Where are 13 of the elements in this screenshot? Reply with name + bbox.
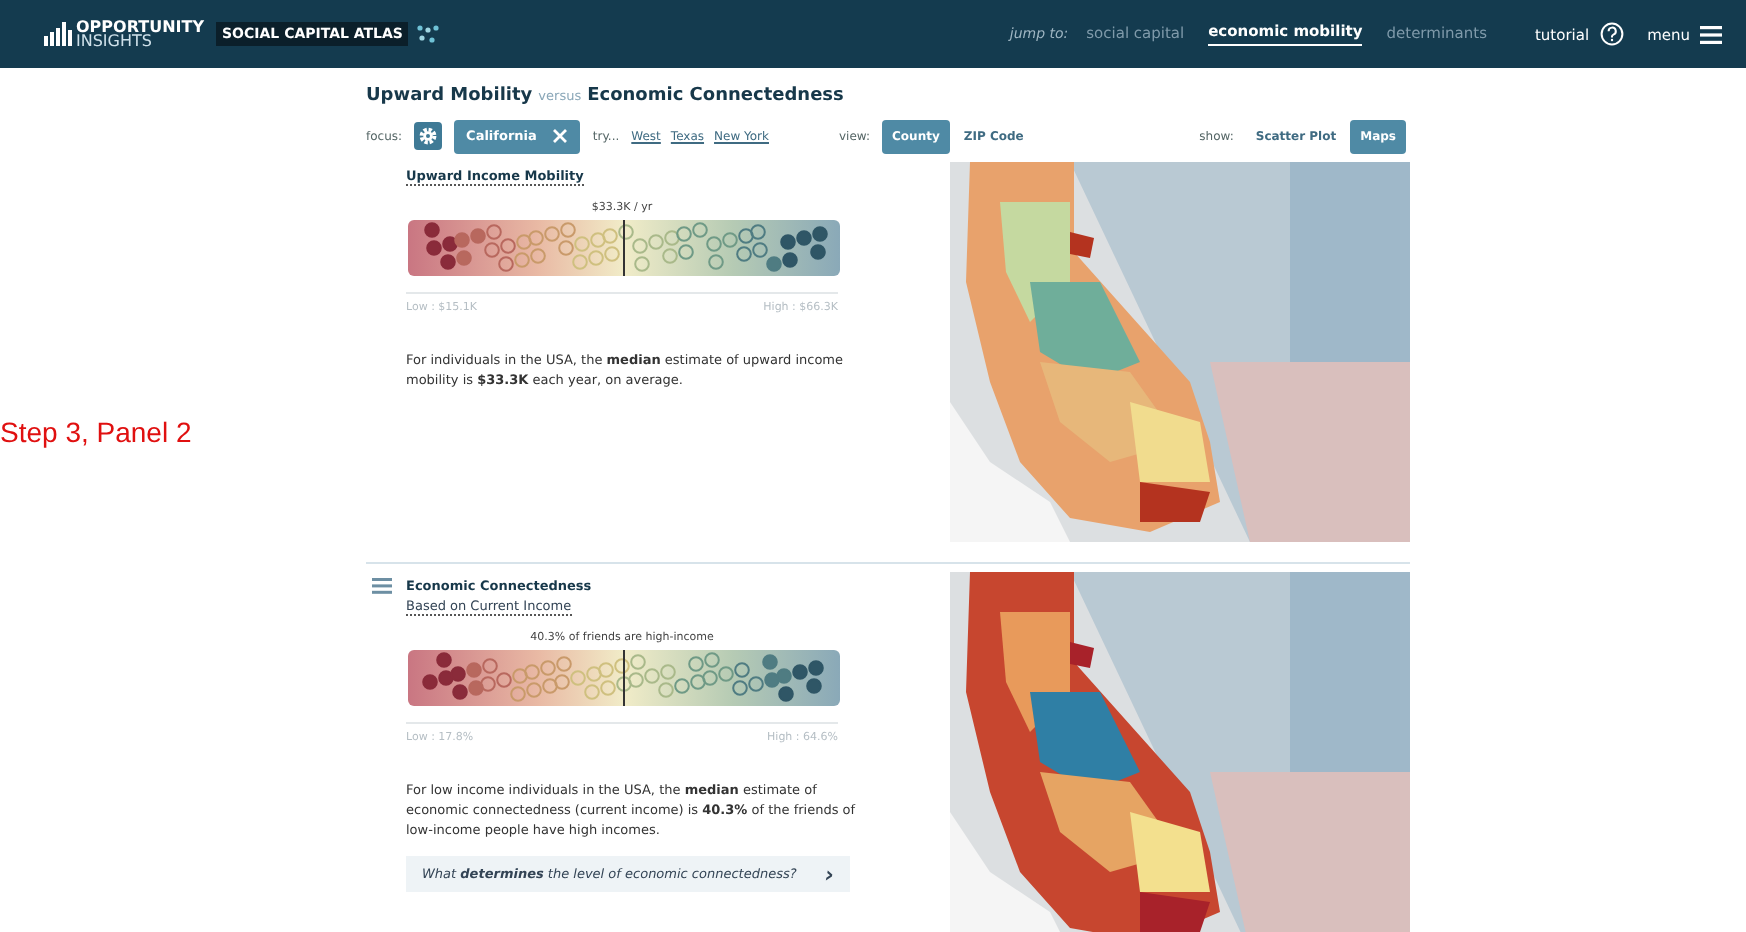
close-icon <box>552 128 569 144</box>
help-icon <box>1599 22 1624 46</box>
dots-icon <box>416 24 441 44</box>
annotation-text: Step 3, Panel 2 <box>0 416 192 448</box>
settings-icon <box>418 126 439 146</box>
list-icon <box>372 578 392 594</box>
page-title: Upward Mobility <box>366 86 533 106</box>
logo-text: INSIGHTS <box>76 34 152 48</box>
page-title: Economic Connectedness <box>587 86 844 106</box>
settings-button[interactable] <box>414 122 443 150</box>
bars-logo-icon <box>44 22 72 46</box>
menu-icon <box>1700 25 1722 43</box>
logo-text: OPPORTUNITY <box>76 20 205 34</box>
